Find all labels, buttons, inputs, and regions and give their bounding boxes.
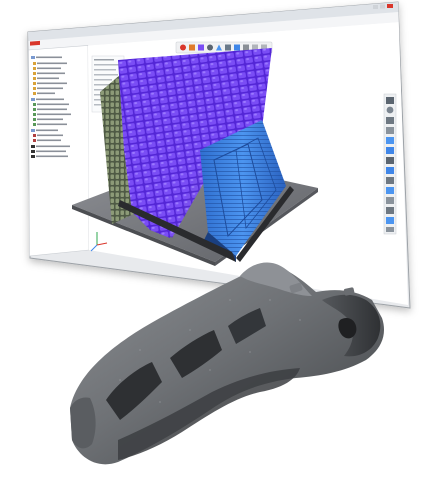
top-view-icon[interactable]: [386, 157, 394, 164]
export-icon[interactable]: [243, 44, 249, 51]
software-window: [27, 1, 411, 309]
zoom-icon[interactable]: [386, 106, 394, 114]
info-icon[interactable]: [386, 227, 394, 232]
part-main-body: [70, 265, 385, 465]
scene-svg: [27, 1, 411, 465]
iso-view-icon[interactable]: [386, 167, 394, 174]
layers-icon[interactable]: [198, 44, 204, 51]
composite-image: [0, 0, 432, 474]
part-left-end: [70, 397, 96, 449]
minimize-icon[interactable]: [373, 5, 378, 9]
settings-icon[interactable]: [207, 44, 213, 51]
rotate-icon[interactable]: [386, 117, 394, 124]
home-icon[interactable]: [180, 44, 186, 51]
slice-icon[interactable]: [234, 44, 240, 51]
view-icon[interactable]: [225, 44, 231, 51]
app-menu-button[interactable]: [30, 40, 40, 46]
pan-icon[interactable]: [386, 127, 394, 134]
camera-icon[interactable]: [386, 207, 394, 214]
cube-icon[interactable]: [189, 44, 195, 51]
printed-metal-part-photo: [70, 262, 385, 465]
section-icon[interactable]: [386, 187, 394, 194]
right-toolbar: [383, 93, 397, 235]
light-icon[interactable]: [386, 197, 394, 204]
measure-icon[interactable]: [386, 177, 394, 184]
select-icon[interactable]: [386, 97, 394, 104]
maximize-icon[interactable]: [380, 4, 385, 9]
grid-icon[interactable]: [386, 217, 394, 224]
close-icon[interactable]: [387, 4, 393, 8]
fit-icon[interactable]: [386, 137, 394, 144]
front-view-icon[interactable]: [386, 147, 394, 154]
